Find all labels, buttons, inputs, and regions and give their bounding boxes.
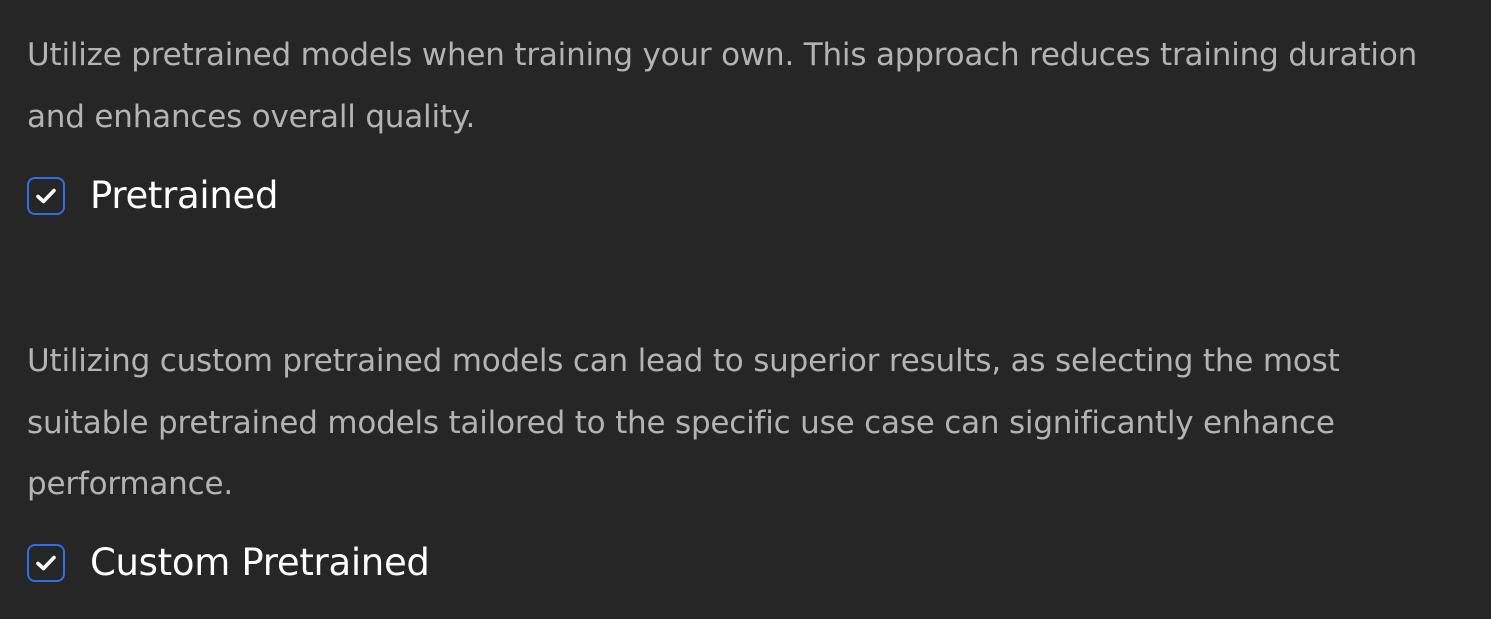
check-icon xyxy=(36,188,56,204)
custom-pretrained-description: Utilizing custom pretrained models can l… xyxy=(27,343,1340,502)
pretrained-checkbox[interactable] xyxy=(27,177,65,215)
custom-pretrained-label[interactable]: Custom Pretrained xyxy=(90,542,430,584)
custom-pretrained-checkbox[interactable] xyxy=(27,544,65,582)
custom-pretrained-option[interactable]: Custom Pretrained xyxy=(27,542,430,584)
pretrained-option[interactable]: Pretrained xyxy=(27,175,279,217)
check-icon xyxy=(36,555,56,571)
pretrained-label[interactable]: Pretrained xyxy=(90,175,279,217)
pretrained-description: Utilize pretrained models when training … xyxy=(27,37,1418,135)
pretrained-settings-panel: Utilize pretrained models when training … xyxy=(0,0,1491,619)
